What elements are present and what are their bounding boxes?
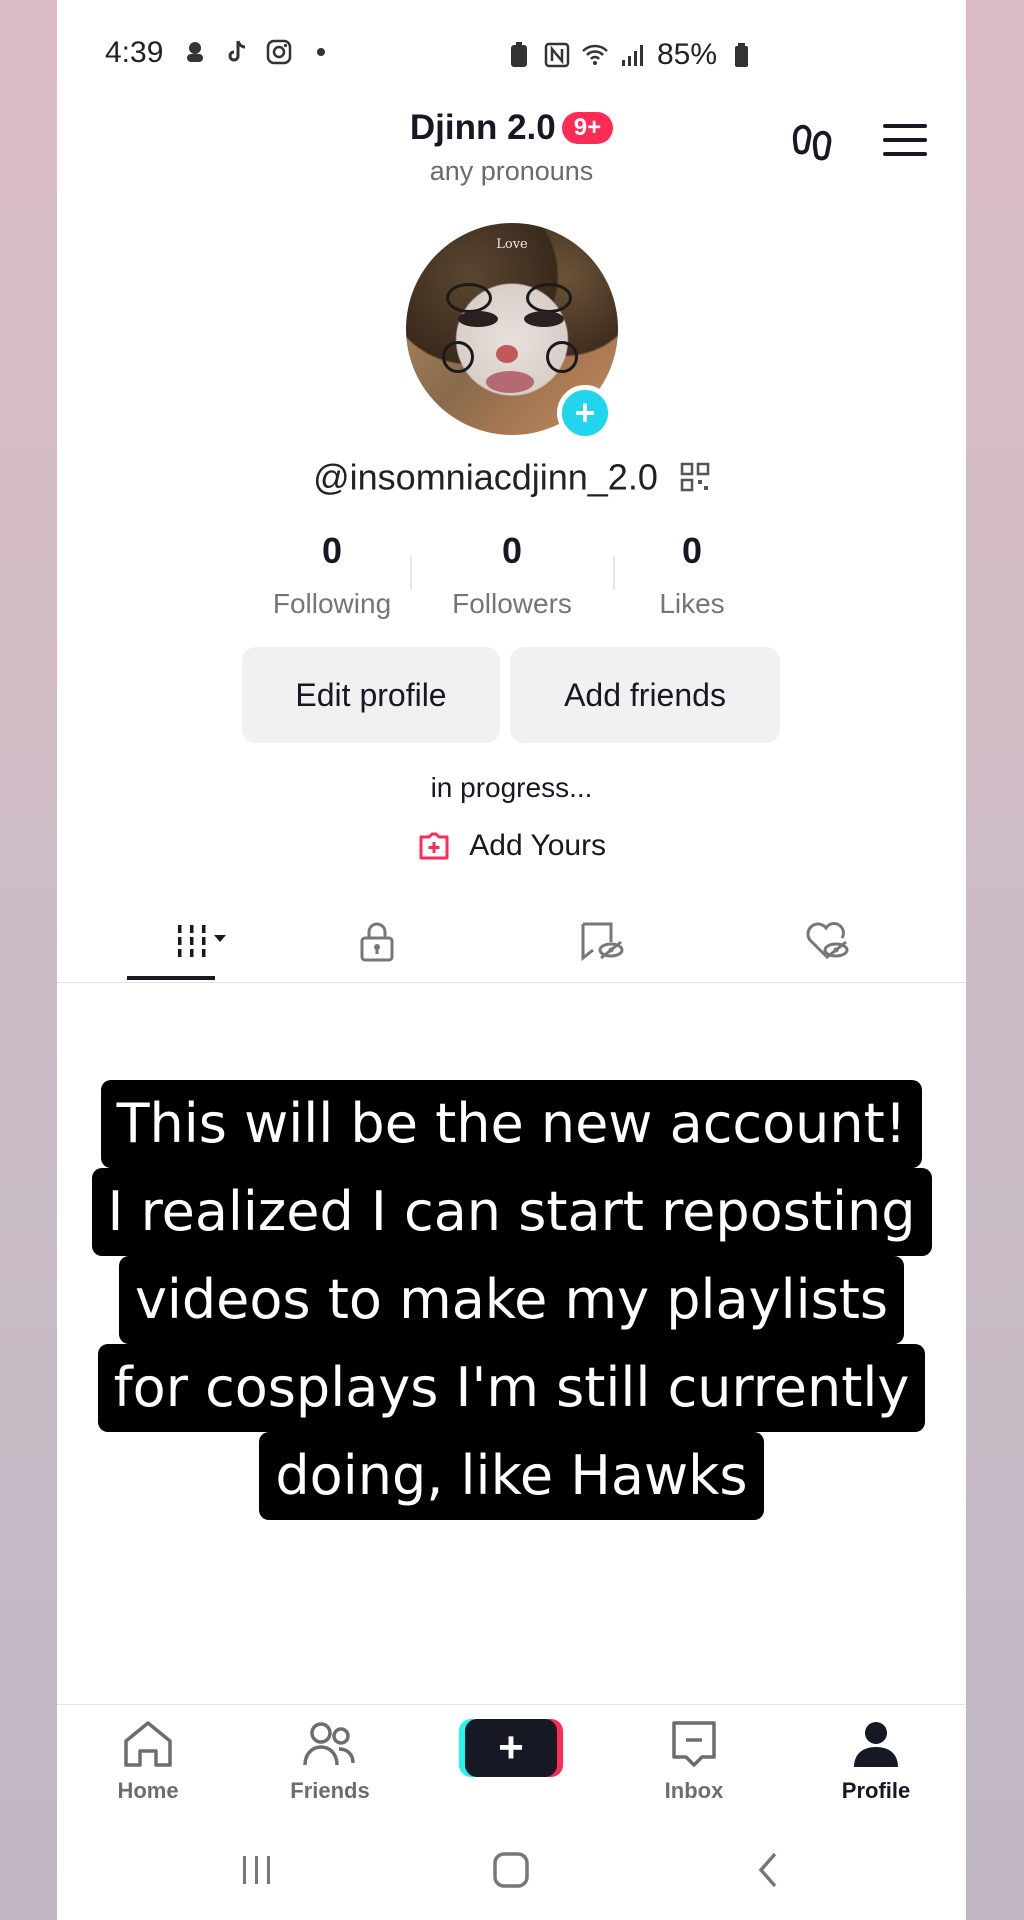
notification-badge: 9+ — [561, 112, 614, 144]
add-avatar-plus-button[interactable]: + — [557, 385, 613, 441]
signal-icon — [622, 45, 643, 66]
face-paint-mark — [526, 283, 572, 313]
nav-friends-label: Friends — [290, 1778, 370, 1803]
tab-liked[interactable] — [797, 916, 857, 966]
face-paint-swirl — [546, 341, 578, 373]
phone-screen: 4:39 85% Djinn 2.0 9+ any pronouns Love … — [57, 0, 966, 1920]
avatar-eye — [458, 311, 498, 327]
content-tabs — [57, 906, 966, 983]
battery-percent: 85% — [657, 38, 718, 71]
stat-label: Likes — [659, 588, 725, 619]
face-paint-mark — [446, 283, 492, 313]
caption-overlay: This will be the new account! I realized… — [57, 1080, 966, 1520]
stat-divider — [613, 556, 615, 590]
back-icon[interactable] — [749, 1850, 789, 1890]
tiktok-icon — [228, 40, 246, 62]
display-name: Djinn 2.0 — [409, 108, 556, 147]
add-friends-button[interactable]: Add friends — [510, 647, 780, 743]
add-yours-label: Add Yours — [469, 829, 607, 863]
status-system-icons: 85% — [505, 38, 755, 72]
stat-value: 0 — [501, 530, 523, 571]
tab-private[interactable] — [347, 916, 407, 966]
friends-icon — [303, 1722, 355, 1766]
status-app-icons — [181, 38, 335, 66]
add-yours-link[interactable]: Add Yours — [57, 828, 966, 863]
edit-profile-button[interactable]: Edit profile — [242, 647, 500, 743]
username: @insomniacdjinn_2.0 — [313, 456, 658, 498]
nav-home[interactable]: Home — [73, 1719, 223, 1804]
avatar-nose — [496, 345, 518, 363]
stat-value: 0 — [321, 530, 343, 571]
instagram-icon — [266, 39, 292, 65]
tab-videos[interactable] — [147, 916, 257, 966]
footprints-icon[interactable] — [791, 122, 835, 168]
tab-reposts[interactable] — [572, 916, 632, 966]
dot-icon — [317, 48, 325, 56]
status-bar: 4:39 85% — [57, 30, 966, 80]
caption-line: This will be the new account! — [100, 1080, 923, 1168]
liked-hidden-icon — [806, 922, 849, 960]
menu-icon[interactable] — [883, 122, 927, 158]
caption-line: doing, like Hawks — [259, 1432, 764, 1520]
username-row: @insomniacdjinn_2.0 — [57, 454, 966, 498]
nav-friends[interactable]: Friends — [255, 1719, 405, 1804]
tab-active-indicator — [127, 976, 215, 980]
wifi-icon — [582, 44, 608, 65]
face-paint-swirl — [442, 341, 474, 373]
status-time: 4:39 — [105, 36, 164, 69]
lock-icon — [360, 922, 394, 962]
stat-label: Following — [272, 588, 392, 619]
stat-label: Followers — [452, 588, 572, 619]
nav-profile[interactable]: Profile — [801, 1719, 951, 1804]
caption-line: I realized I can start reposting — [91, 1168, 932, 1256]
inbox-icon — [672, 1721, 716, 1767]
nav-inbox[interactable]: Inbox — [619, 1719, 769, 1804]
nav-inbox-label: Inbox — [664, 1778, 724, 1803]
create-button[interactable]: + — [465, 1719, 557, 1777]
home-icon — [124, 1721, 172, 1767]
caption-line: for cosplays I'm still currently — [97, 1344, 926, 1432]
battery-icon — [735, 43, 749, 67]
stat-likes[interactable]: 0 Likes — [602, 530, 782, 620]
system-navigation-bar — [57, 1822, 966, 1920]
nav-home-label: Home — [117, 1778, 179, 1803]
stat-divider — [410, 556, 412, 590]
videos-grid-icon — [178, 925, 226, 957]
repost-hidden-icon — [581, 922, 624, 962]
avatar-overlay-text: Love — [496, 237, 528, 252]
recent-apps-icon[interactable] — [237, 1850, 277, 1890]
profile-icon — [854, 1722, 898, 1767]
account-switcher[interactable]: Djinn 2.0 9+ — [409, 108, 614, 148]
bottom-navigation: Home Friends + Inbox Profile — [57, 1704, 966, 1823]
home-system-icon[interactable] — [491, 1850, 531, 1890]
profile-stats: 0 Following 0 Followers 0 Likes — [242, 530, 782, 620]
stat-value: 0 — [681, 530, 703, 571]
recycle-battery-icon — [511, 42, 527, 67]
fingerprint-app-icon — [187, 42, 203, 62]
add-yours-icon — [419, 832, 449, 860]
bio-text: in progress... — [430, 772, 593, 803]
stat-following[interactable]: 0 Following — [242, 530, 422, 620]
avatar-lips — [486, 371, 534, 393]
caption-line: videos to make my playlists — [118, 1256, 905, 1344]
nav-profile-label: Profile — [841, 1778, 911, 1803]
avatar-eye — [524, 311, 564, 327]
nfc-icon — [544, 42, 570, 68]
stat-followers[interactable]: 0 Followers — [422, 530, 602, 620]
qr-code-icon[interactable] — [680, 462, 710, 492]
